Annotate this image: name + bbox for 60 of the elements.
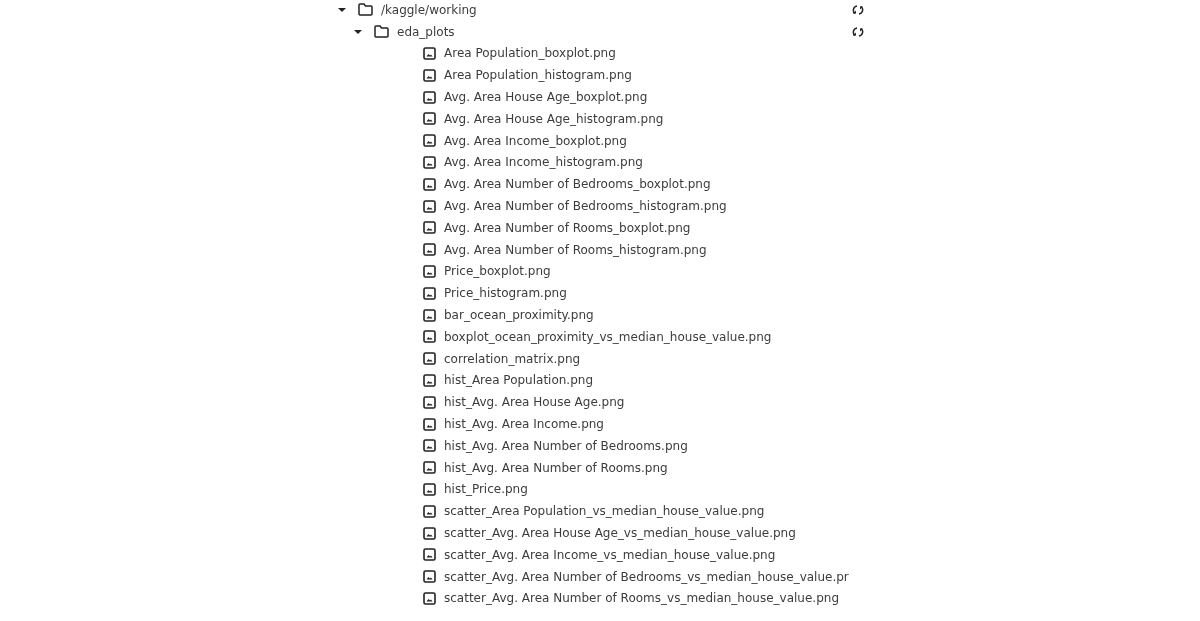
file-name[interactable]: hist_Area Population.png (444, 373, 594, 388)
image-file-icon (423, 395, 436, 409)
image-file-icon (423, 286, 436, 300)
image-file-icon (423, 373, 436, 387)
image-file-icon (423, 591, 436, 605)
file-name[interactable]: hist_Avg. Area House Age.png (444, 395, 625, 410)
image-file-icon (423, 570, 436, 584)
file-name[interactable]: scatter_Avg. Area Number of Rooms_vs_median_house_value.png (444, 591, 839, 606)
file-name[interactable]: Avg. Area Number of Rooms_histogram.png (444, 242, 707, 257)
file-name[interactable]: Avg. Area Income_boxplot.png (444, 133, 627, 148)
image-file-icon (423, 199, 436, 213)
file-name[interactable]: scatter_Avg. Area Income_vs_median_house_value.png (444, 547, 776, 562)
file-name[interactable]: hist_Avg. Area Number of Rooms.png (444, 460, 668, 475)
image-file-icon (423, 264, 436, 278)
file-name[interactable]: Avg. Area Number of Bedrooms_histogram.png (444, 199, 727, 214)
file-name[interactable]: scatter_Avg. Area House Age_vs_median_house_value.png (444, 526, 796, 540)
image-file-icon (423, 243, 436, 257)
image-file-icon (423, 439, 436, 453)
image-file-icon (423, 90, 436, 104)
image-file-icon (423, 155, 436, 169)
image-file-icon (423, 526, 436, 540)
image-file-icon (423, 47, 436, 60)
folder-name[interactable]: eda_plots (397, 24, 455, 39)
file-name[interactable]: Avg. Area Income_histogram.png (444, 155, 643, 170)
folder-name[interactable]: /kaggle/working (381, 2, 477, 17)
image-file-icon (423, 330, 436, 344)
file-name[interactable]: Price_boxplot.png (444, 264, 551, 279)
refresh-icon[interactable] (852, 25, 864, 38)
file-name[interactable]: correlation_matrix.png (444, 351, 581, 366)
image-file-icon (423, 482, 436, 496)
image-file-icon (423, 221, 436, 235)
image-file-icon (423, 352, 436, 366)
caret-down-icon[interactable] (354, 27, 362, 36)
image-file-icon (423, 461, 436, 475)
image-file-icon (423, 177, 436, 191)
image-file-icon (423, 134, 436, 148)
file-name[interactable]: bar_ocean_proximity.png (444, 308, 594, 323)
folder-icon (374, 25, 389, 39)
file-name[interactable]: hist_Avg. Area Income.png (444, 417, 604, 432)
file-name[interactable]: scatter_Area Population_vs_median_house_value.png (444, 504, 765, 519)
image-file-icon (423, 417, 436, 431)
file-name[interactable]: Avg. Area Number of Bedrooms_boxplot.png (444, 177, 711, 192)
caret-down-icon[interactable] (338, 5, 346, 14)
file-name[interactable]: Area Population_histogram.png (444, 68, 632, 83)
folder-icon (358, 3, 373, 17)
file-name[interactable]: Avg. Area Number of Rooms_boxplot.png (444, 220, 691, 235)
file-name[interactable]: Price_histogram.png (444, 286, 567, 301)
image-file-icon (423, 548, 436, 562)
image-file-icon (423, 504, 436, 518)
file-name[interactable]: Area Population_boxplot.png (444, 46, 616, 61)
file-name[interactable]: scatter_Avg. Area Number of Bedrooms_vs_median_house_value.pr (444, 569, 849, 584)
file-name[interactable]: boxplot_ocean_proximity_vs_median_house_value.png (444, 329, 772, 344)
image-file-icon (423, 112, 436, 126)
file-name[interactable]: hist_Avg. Area Number of Bedrooms.png (444, 438, 688, 453)
file-name[interactable]: hist_Price.png (444, 482, 528, 497)
refresh-icon[interactable] (852, 3, 864, 16)
image-file-icon (423, 308, 436, 322)
image-file-icon (423, 68, 436, 82)
file-name[interactable]: Avg. Area House Age_boxplot.png (444, 90, 648, 105)
file-name[interactable]: Avg. Area House Age_histogram.png (444, 111, 664, 126)
